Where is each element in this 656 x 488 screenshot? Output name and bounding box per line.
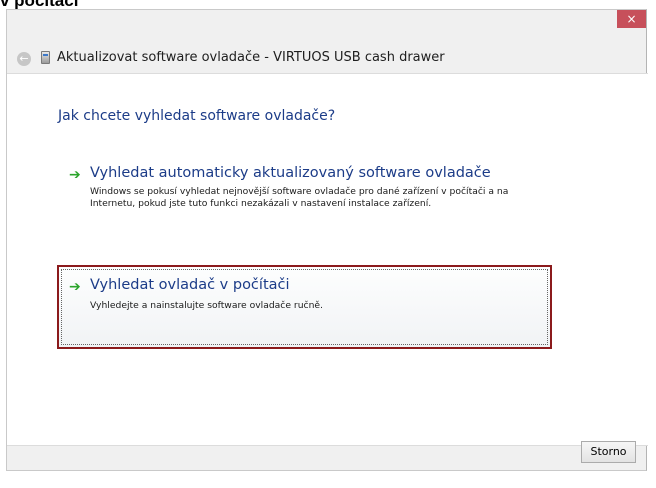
dialog-title: Aktualizovat software ovladače - VIRTUOS…: [57, 50, 445, 65]
dialog-content: Jak chcete vyhledat software ovladače? ➔…: [7, 73, 648, 446]
cancel-button[interactable]: Storno: [581, 441, 636, 463]
option-description: Windows se pokusí vyhledat nejnovější so…: [90, 186, 509, 209]
option-title: Vyhledat automaticky aktualizovaný softw…: [90, 165, 491, 181]
option-browse-computer[interactable]: ➔ Vyhledat ovladač v počítači Vyhledejte…: [57, 265, 552, 349]
option-description: Vyhledejte a nainstalujte software ovlad…: [90, 300, 323, 311]
green-arrow-icon: ➔: [69, 279, 81, 295]
usb-device-icon: [41, 51, 50, 64]
question-heading: Jak chcete vyhledat software ovladače?: [58, 108, 336, 124]
back-arrow-icon[interactable]: ←: [17, 52, 31, 66]
option-title: Vyhledat ovladač v počítači: [90, 277, 290, 293]
option-search-automatically[interactable]: ➔ Vyhledat automaticky aktualizovaný sof…: [57, 162, 552, 234]
update-driver-dialog: × ← Aktualizovat software ovladače - VIR…: [6, 9, 648, 471]
dialog-header: ← Aktualizovat software ovladače - VIRTU…: [7, 48, 646, 74]
green-arrow-icon: ➔: [69, 167, 81, 183]
close-icon[interactable]: ×: [617, 10, 646, 28]
